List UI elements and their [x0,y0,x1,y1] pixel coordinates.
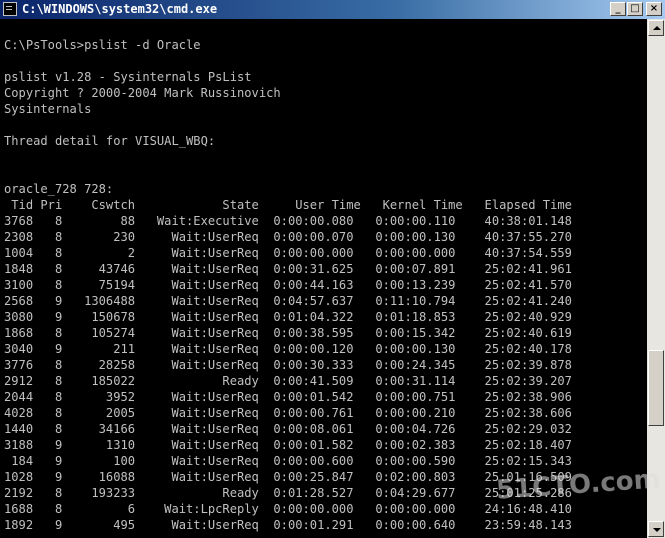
console-line: Sysinternals [4,102,92,116]
console-line: 3776 8 28258 Wait:UserReq 0:00:30.333 0:… [4,358,572,372]
console-line: 1028 9 16088 Wait:UserReq 0:00:25.847 0:… [4,470,572,484]
scroll-up-button[interactable] [648,20,664,36]
console-line: 4028 8 2005 Wait:UserReq 0:00:00.761 0:0… [4,406,572,420]
console-line: 2308 8 230 Wait:UserReq 0:00:00.070 0:00… [4,230,572,244]
console-line: 3100 8 75194 Wait:UserReq 0:00:44.163 0:… [4,278,572,292]
title-bar[interactable]: C:\WINDOWS\system32\cmd.exe _ □ × [0,0,665,19]
scrollbar-thumb[interactable] [648,350,664,426]
console-line: 3768 8 88 Wait:Executive 0:00:00.080 0:0… [4,214,572,228]
arrow-down-icon [653,528,661,532]
cmd-app-icon[interactable] [3,2,17,16]
console-line: C:\PsTools>pslist -d Oracle [4,38,201,52]
console-line: 2044 8 3952 Wait:UserReq 0:00:01.542 0:0… [4,390,572,404]
console-line: 1688 8 6 Wait:LpcReply 0:00:00.000 0:00:… [4,502,572,516]
console-line: 1868 8 105274 Wait:UserReq 0:00:38.595 0… [4,326,572,340]
console-line: 2912 8 185022 Ready 0:00:41.509 0:00:31.… [4,374,572,388]
console-line: 1848 8 43746 Wait:UserReq 0:00:31.625 0:… [4,262,572,276]
console-line: 1440 8 34166 Wait:UserReq 0:00:08.061 0:… [4,422,572,436]
minimize-button[interactable]: _ [610,2,626,16]
console-line: Copyright ? 2000-2004 Mark Russinovich [4,86,281,100]
console-line: Thread detail for VISUAL_WBQ: [4,134,216,148]
console-line: 3040 9 211 Wait:UserReq 0:00:00.120 0:00… [4,342,572,356]
console-line: Tid Pri Cswtch State User Time Kernel Ti… [4,198,572,212]
console-line: pslist v1.28 - Sysinternals PsList [4,70,252,84]
console-line: 1004 8 2 Wait:UserReq 0:00:00.000 0:00:0… [4,246,572,260]
console-line: 3080 9 150678 Wait:UserReq 0:01:04.322 0… [4,310,572,324]
console-line: 184 9 100 Wait:UserReq 0:00:00.600 0:00:… [4,454,572,468]
window-title: C:\WINDOWS\system32\cmd.exe [22,2,218,16]
console-line: 3188 9 1310 Wait:UserReq 0:00:01.582 0:0… [4,438,572,452]
arrow-up-icon [653,26,661,30]
console-line: 2192 8 193233 Ready 0:01:28.527 0:04:29.… [4,486,572,500]
scroll-down-button[interactable] [648,521,664,537]
console-line: 1892 9 495 Wait:UserReq 0:00:01.291 0:00… [4,518,572,532]
cmd-window: C:\WINDOWS\system32\cmd.exe _ □ × C:\PsT… [0,0,665,538]
console-output[interactable]: C:\PsTools>pslist -d Oracle pslist v1.28 … [0,19,647,538]
close-button[interactable]: × [646,2,662,16]
console-line: oracle_728 728: [4,182,114,196]
vertical-scrollbar[interactable] [647,19,665,538]
console-line: 2568 9 1306488 Wait:UserReq 0:04:57.637 … [4,294,572,308]
maximize-button[interactable]: □ [627,2,643,16]
